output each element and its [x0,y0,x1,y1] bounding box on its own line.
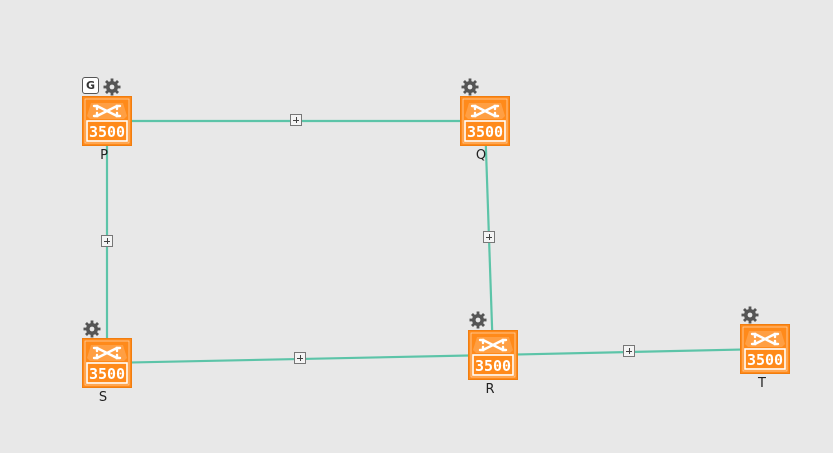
node-label-S: S [98,390,108,405]
svg-text:3500: 3500 [747,351,783,369]
switch-3500-icon[interactable]: 3500 [468,330,518,380]
expand-plus-icon[interactable] [623,345,635,357]
switch-3500-icon[interactable]: 3500 [82,338,132,388]
gear-icon[interactable] [83,320,101,338]
switch-3500-icon[interactable]: 3500 [740,324,790,374]
group-badge-icon[interactable]: G [82,77,99,94]
expand-plus-icon[interactable] [294,352,306,364]
node-label-T: T [758,376,766,391]
node-label-R: R [485,382,495,397]
expand-plus-icon[interactable] [483,231,495,243]
svg-text:3500: 3500 [89,365,125,383]
expand-plus-icon[interactable] [290,114,302,126]
expand-plus-icon[interactable] [101,235,113,247]
svg-text:3500: 3500 [89,123,125,141]
svg-text:3500: 3500 [467,123,503,141]
switch-3500-icon[interactable]: 3500 [82,96,132,146]
gear-icon[interactable] [103,78,121,96]
node-label-P: P [100,148,108,163]
svg-text:3500: 3500 [475,357,511,375]
switch-3500-icon[interactable]: 3500 [460,96,510,146]
gear-icon[interactable] [741,306,759,324]
gear-icon[interactable] [469,311,487,329]
node-label-Q: Q [475,148,487,163]
gear-icon[interactable] [461,78,479,96]
